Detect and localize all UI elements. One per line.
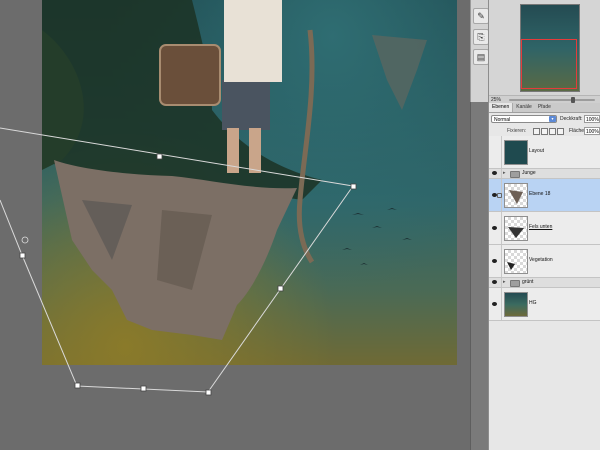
- layer-thumbnail: [504, 183, 528, 208]
- fill-label: Fläche:: [569, 128, 586, 134]
- lock-position-icon[interactable]: [549, 128, 556, 135]
- layer-name[interactable]: Vegetation: [529, 257, 553, 264]
- layer-row-layout[interactable]: Layout: [489, 136, 600, 169]
- navigator-view-box[interactable]: [521, 39, 577, 89]
- visibility-toggle[interactable]: [489, 288, 502, 320]
- transform-handle[interactable]: [74, 382, 81, 389]
- visibility-toggle[interactable]: [489, 136, 502, 168]
- document-workspace[interactable]: [0, 0, 470, 450]
- layer-thumbnail-art: [508, 227, 524, 238]
- tab-channels[interactable]: Kanäle: [513, 103, 535, 112]
- layer-thumbnail-art: [507, 262, 515, 270]
- right-panel-dock: 25% Ebenen Kanäle Pfade Normal ▾ Deckkra…: [488, 0, 600, 450]
- opacity-label: Deckkraft:: [560, 116, 583, 122]
- opacity-field[interactable]: 100%: [584, 115, 600, 123]
- layers-panel: Ebenen Kanäle Pfade Normal ▾ Deckkraft: …: [489, 103, 600, 450]
- group-name[interactable]: grünt: [522, 279, 533, 286]
- expand-arrow-icon[interactable]: ▸: [503, 170, 506, 177]
- eye-icon: [492, 171, 497, 175]
- folder-icon: [510, 171, 520, 178]
- basket: [159, 44, 221, 106]
- group-name[interactable]: Junge: [522, 170, 536, 177]
- transform-handle[interactable]: [19, 252, 26, 259]
- eye-icon: [492, 280, 497, 284]
- layer-name[interactable]: Layout: [529, 148, 544, 155]
- document-canvas[interactable]: [42, 0, 457, 365]
- lock-label: Fixieren:: [507, 128, 527, 134]
- blend-mode-select[interactable]: Normal ▾: [491, 115, 557, 123]
- eye-icon: [492, 302, 497, 306]
- distant-island: [372, 35, 427, 110]
- layer-row-vegetation[interactable]: Vegetation: [489, 245, 600, 278]
- layer-row-ebene-18[interactable]: Ebene 18: [489, 179, 600, 212]
- layer-group-junge[interactable]: ▸ Junge: [489, 169, 600, 179]
- blend-mode-value: Normal: [494, 117, 511, 123]
- layer-thumbnail-art: [509, 190, 523, 204]
- visibility-toggle[interactable]: [489, 212, 502, 244]
- transform-reference-point[interactable]: [21, 236, 29, 244]
- boy-leg: [227, 128, 239, 173]
- transform-handle[interactable]: [205, 389, 212, 396]
- navigator-panel: [489, 0, 600, 95]
- layer-name[interactable]: Ebene 18: [529, 191, 550, 198]
- visibility-toggle[interactable]: [489, 278, 502, 287]
- folder-icon: [510, 280, 520, 287]
- expand-arrow-icon[interactable]: ▸: [503, 279, 506, 286]
- visibility-toggle[interactable]: [489, 169, 502, 178]
- layer-list: Layout ▸ Junge Ebene 18 Fels unten Veget…: [489, 136, 600, 321]
- rope: [296, 29, 315, 264]
- tab-paths[interactable]: Pfade: [535, 103, 554, 112]
- layer-group-gruent[interactable]: ▸ grünt: [489, 278, 600, 288]
- panel-tabs: Ebenen Kanäle Pfade: [489, 103, 600, 113]
- layer-row-fels-unten[interactable]: Fels unten: [489, 212, 600, 245]
- clone-source-icon[interactable]: ⎘: [473, 29, 489, 45]
- boy-leg: [249, 128, 261, 173]
- panel-icon-strip: ✎ ⎘ ▤: [470, 0, 489, 102]
- eye-icon: [492, 259, 497, 263]
- eye-icon: [492, 226, 497, 230]
- actions-icon[interactable]: ▤: [473, 49, 489, 65]
- boy-shorts: [222, 80, 270, 130]
- layer-name[interactable]: HG: [529, 300, 537, 307]
- lock-pixels-icon[interactable]: [541, 128, 548, 135]
- lock-transparency-icon[interactable]: [533, 128, 540, 135]
- layer-thumbnail: [504, 216, 528, 241]
- blend-row: Normal ▾ Deckkraft: 100%: [489, 113, 600, 126]
- brush-preset-icon[interactable]: ✎: [473, 8, 489, 24]
- panel-dock-gap: [470, 102, 489, 450]
- dropdown-arrow-icon: ▾: [549, 116, 556, 122]
- link-icon: [497, 193, 502, 198]
- layer-thumbnail: [504, 249, 528, 274]
- visibility-toggle[interactable]: [489, 245, 502, 277]
- layer-row-hg[interactable]: HG: [489, 288, 600, 321]
- navigator-thumbnail[interactable]: [520, 4, 580, 92]
- layer-thumbnail: [504, 292, 528, 317]
- lock-all-icon[interactable]: [557, 128, 564, 135]
- artwork-image: [42, 0, 427, 340]
- fill-field[interactable]: 100%: [584, 127, 600, 135]
- zoom-slider[interactable]: [509, 97, 595, 103]
- tab-layers[interactable]: Ebenen: [489, 103, 514, 112]
- layer-thumbnail: [504, 140, 528, 165]
- transform-handle[interactable]: [140, 385, 147, 392]
- layer-name[interactable]: Fels unten: [529, 224, 552, 231]
- boy-shirt: [224, 0, 282, 82]
- birds: [342, 208, 412, 265]
